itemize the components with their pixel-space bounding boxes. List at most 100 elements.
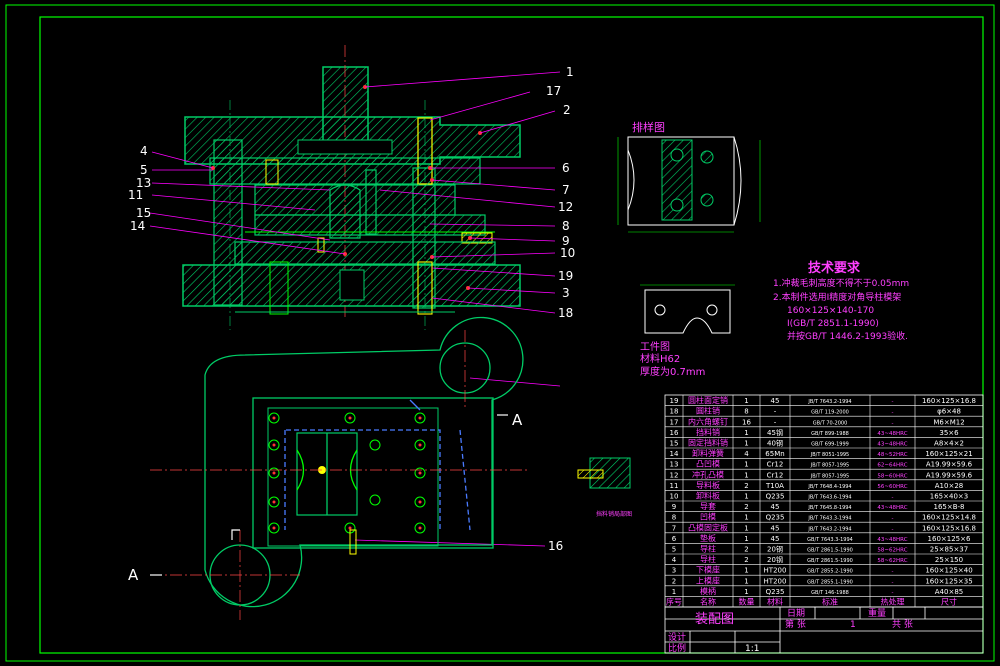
bom-row-cell: A10×28 bbox=[935, 482, 963, 490]
bom-row-cell: 56~60HRC bbox=[877, 484, 907, 490]
balloon-16: 16 bbox=[548, 539, 563, 553]
bom-row-cell: - bbox=[774, 408, 777, 416]
bom-row-cell: JB/T 7645.8-1994 bbox=[807, 505, 851, 511]
bom-row-cell: 160×125×40 bbox=[925, 567, 972, 575]
balloon-12: 12 bbox=[558, 200, 573, 214]
bom-row-cell: Cr12 bbox=[767, 471, 784, 479]
bom-row-cell: 17 bbox=[670, 418, 679, 426]
bom-header-cell: 数量 bbox=[739, 597, 755, 607]
bom-row-cell: 1 bbox=[744, 493, 748, 501]
bom-row-cell: 1 bbox=[744, 567, 748, 575]
bom-row-cell: 19 bbox=[670, 397, 679, 405]
workpiece-view: 工件图 材料H62 厚度为0.7mm bbox=[640, 284, 735, 378]
bom-row-cell: - bbox=[892, 526, 894, 532]
bom-row-cell: 65Mn bbox=[765, 450, 784, 458]
strip-layout-view: 排样图 bbox=[617, 120, 761, 233]
bom-row-cell: 冲孔凸模 bbox=[692, 469, 724, 479]
bom-row-cell: 40钢 bbox=[767, 439, 783, 448]
bom-row-cell: 1 bbox=[744, 461, 748, 469]
bom-row-cell: 160×125×6 bbox=[928, 535, 971, 543]
bom-row-cell: 上模座 bbox=[696, 575, 720, 585]
bom-row-cell: 1 bbox=[744, 524, 748, 532]
bom-row-cell: 9 bbox=[672, 503, 676, 511]
bom-row-cell: 8 bbox=[744, 408, 748, 416]
bom-row-cell: 11 bbox=[670, 482, 679, 490]
sheet-count: 1 bbox=[850, 620, 856, 630]
bom-row-cell: 垫板 bbox=[700, 533, 716, 543]
scale-label: 比例 bbox=[668, 642, 686, 654]
bom-row-cell: 2 bbox=[744, 556, 748, 564]
drawing-title: 装配图 bbox=[695, 612, 734, 627]
bom-row-cell: - bbox=[892, 410, 894, 416]
bom-row-cell: 2 bbox=[672, 577, 676, 585]
bom-row-cell: 25×85×37 bbox=[930, 546, 968, 554]
bom-row-cell: - bbox=[774, 418, 777, 426]
balloon-1: 1 bbox=[566, 65, 574, 79]
bom-row-cell: 1 bbox=[672, 588, 676, 596]
bom-table: 19 圆柱面定销 1 45 JB/T 7643.2-1994-160×125×16.81… bbox=[664, 394, 984, 608]
bom-row-cell: 10 bbox=[670, 493, 679, 501]
balloon-17: 17 bbox=[546, 84, 561, 98]
bom-row-cell: 43~48HRC bbox=[877, 537, 907, 543]
bom-row-cell: 1 bbox=[744, 577, 748, 585]
bom-row-cell: Cr12 bbox=[767, 461, 784, 469]
balloon-5: 5 bbox=[140, 163, 148, 177]
bom-row-cell: GB/T 2855.1-1990 bbox=[807, 579, 853, 585]
bom-row-cell: A40×85 bbox=[935, 588, 963, 596]
bom-row-cell: GB/T 70-2000 bbox=[813, 420, 848, 426]
bom-row-cell: 48~52HRC bbox=[877, 452, 907, 458]
bom-row-cell: 导料板 bbox=[696, 480, 720, 490]
bom-row-cell: - bbox=[892, 495, 894, 501]
bom-row-cell: 4 bbox=[672, 556, 677, 564]
bom-row-cell: 下模座 bbox=[696, 565, 720, 575]
bom-row-cell: 43~48HRC bbox=[877, 505, 907, 511]
bom-row-cell: 160×125×16.8 bbox=[922, 524, 976, 532]
bom-row-cell: GB/T 2861.5-1990 bbox=[807, 558, 853, 564]
bom-row-cell: 13 bbox=[670, 461, 679, 469]
workpiece-title: 工件图 bbox=[640, 341, 670, 353]
bom-row-cell: 160×125×35 bbox=[925, 577, 972, 585]
bom-row-cell: 挡料销 bbox=[696, 427, 720, 437]
bom-row-cell: GB/T 146-1988 bbox=[811, 590, 849, 596]
weight-label: 重量 bbox=[868, 607, 886, 619]
bom-row-cell: 凸模固定板 bbox=[688, 522, 728, 532]
balloon-18: 18 bbox=[558, 306, 573, 320]
bom-row-cell: - bbox=[892, 579, 894, 585]
stop-pin bbox=[349, 529, 357, 555]
bom-row-cell: 1 bbox=[744, 514, 748, 522]
bom-row-cell: 45 bbox=[771, 503, 780, 511]
bom-row-cell: 16 bbox=[742, 418, 751, 426]
bom-row-cell: - bbox=[892, 399, 894, 405]
bom-row-cell: 2 bbox=[744, 503, 748, 511]
bom-row-cell: JB/T 8057-1995 bbox=[810, 473, 850, 479]
balloon-2: 2 bbox=[563, 103, 571, 117]
bom-row-cell: A19.99×59.6 bbox=[926, 471, 973, 479]
bom-row-cell: 20钢 bbox=[767, 545, 783, 554]
bom-header-cell: 尺寸 bbox=[941, 597, 957, 607]
bom-row-cell: 导柱 bbox=[700, 554, 716, 564]
bom-row-cell: 7 bbox=[672, 524, 676, 532]
bom-row-cell: 卸料板 bbox=[696, 491, 720, 501]
bom-row-cell: 20钢 bbox=[767, 555, 783, 564]
bom-header-cell: 热处理 bbox=[881, 597, 905, 607]
bom-row-cell: 35×6 bbox=[939, 429, 959, 437]
workpiece-material: 材料H62 bbox=[640, 352, 680, 365]
bom-row-cell: 165×B-8 bbox=[933, 503, 964, 511]
bom-row-cell: 模柄 bbox=[700, 586, 716, 596]
balloon-11: 11 bbox=[128, 188, 143, 202]
bom-row-cell: JB/T 8051-1995 bbox=[810, 452, 850, 458]
technical-requirements: 技术要求 1.冲裁毛刺高度不得不于0.05mm 2.本制件选用Ⅰ精度对角导柱模架… bbox=[773, 260, 909, 342]
bom-row-cell: 45 bbox=[771, 535, 780, 543]
bom-row-cell: 45 bbox=[771, 524, 780, 532]
tech-line-4: Ⅰ(GB/T 2851.1-1990) bbox=[787, 319, 879, 329]
scale-value: 1:1 bbox=[745, 644, 759, 654]
front-section-view bbox=[182, 45, 521, 330]
tech-line-2: 2.本制件选用Ⅰ精度对角导柱模架 bbox=[773, 291, 901, 303]
bom-row-cell: M6×M12 bbox=[933, 418, 964, 426]
tech-line-5: 并按GB/T 1446.2-1993验收. bbox=[787, 330, 908, 342]
tech-line-1: 1.冲裁毛刺高度不得不于0.05mm bbox=[773, 277, 909, 289]
bom-row-cell: JB/T 7643.3-1994 bbox=[807, 516, 851, 522]
bom-row-cell: 固定挡料销 bbox=[688, 438, 728, 448]
svg-text:挡料销局部图: 挡料销局部图 bbox=[596, 510, 632, 518]
balloon-19: 19 bbox=[558, 269, 573, 283]
